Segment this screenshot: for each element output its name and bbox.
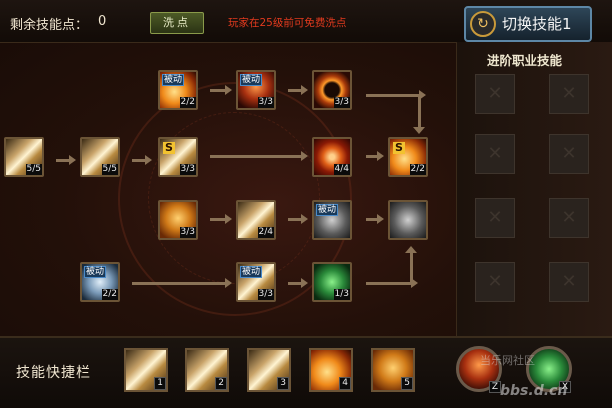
connector-arrow <box>56 155 76 165</box>
connector-arrow <box>413 94 425 134</box>
locked-slot-icon: ✕ <box>549 134 589 174</box>
skill-fire-passive[interactable]: 被动 2/2 <box>158 70 198 110</box>
top-bar: 剩余技能点： 0 洗点 玩家在25级前可免费洗点 ↻ 切换技能1 <box>0 0 612 43</box>
skill-level: 3/3 <box>257 97 274 108</box>
skill-level: 3/3 <box>179 227 196 238</box>
watermark-url: bbs.d.cn <box>500 383 568 399</box>
skill-level: 3/3 <box>179 164 196 175</box>
connector-arrow <box>405 246 417 285</box>
skill-crescent-slash[interactable]: 5/5 <box>4 137 44 177</box>
advanced-skills-panel: 进阶职业技能 ✕ ✕ ✕ ✕ ✕ ✕ ✕ ✕ <box>456 42 612 336</box>
skill-group-buff[interactable] <box>388 200 428 240</box>
reset-skills-button[interactable]: 洗点 <box>150 12 204 34</box>
locked-slot-icon: ✕ <box>475 198 515 238</box>
connector-arrow <box>210 214 232 224</box>
switch-skill-set-button[interactable]: ↻ 切换技能1 <box>464 6 592 42</box>
skill-level: 5/5 <box>25 164 42 175</box>
connector-line <box>366 90 426 100</box>
passive-tag: 被动 <box>84 266 107 278</box>
shortcut-slot-1[interactable]: 1 <box>124 348 168 392</box>
shortcut-slot-4[interactable]: 4 <box>309 348 353 392</box>
hotkey-label: 3 <box>277 377 289 390</box>
watermark-text: 当乐网社区 <box>480 354 535 367</box>
skill-armor-passive[interactable]: 被动 2/2 <box>80 262 120 302</box>
passive-tag: 被动 <box>240 74 263 86</box>
connector-line <box>366 278 418 288</box>
skill-tree-panel: 5/5 5/5 被动 2/2 被动 3/3 3/3 S 3/3 4/4 S 2/… <box>0 42 456 336</box>
connector-arrow <box>132 278 232 288</box>
shortcut-slot-5[interactable]: 5 <box>371 348 415 392</box>
skill-s-glyph: S <box>163 141 175 154</box>
connector-arrow <box>210 151 308 161</box>
skill-level: 3/3 <box>257 289 274 300</box>
connector-arrow <box>288 214 308 224</box>
passive-tag: 被动 <box>316 204 339 216</box>
skill-level: 1/3 <box>333 289 350 300</box>
skill-level: 2/2 <box>179 97 196 108</box>
connector-arrow <box>288 278 308 288</box>
hotkey-label: 4 <box>339 377 351 390</box>
connector-arrow <box>288 85 308 95</box>
skill-level: 2/2 <box>101 289 118 300</box>
skill-flame-burst[interactable]: S 2/2 <box>388 137 428 177</box>
switch-arrows-icon: ↻ <box>470 11 496 37</box>
hotkey-label: 2 <box>215 377 227 390</box>
skill-fire-vortex[interactable]: 4/4 <box>312 137 352 177</box>
skill-fire-ring[interactable]: 3/3 <box>312 70 352 110</box>
locked-slot-icon: ✕ <box>549 262 589 302</box>
passive-tag: 被动 <box>240 266 263 278</box>
skill-s-glyph: S <box>393 141 405 154</box>
locked-slot-icon: ✕ <box>475 262 515 302</box>
passive-tag: 被动 <box>162 74 185 86</box>
skill-blade-slash[interactable]: 5/5 <box>80 137 120 177</box>
locked-slot-icon: ✕ <box>549 74 589 114</box>
connector-arrow <box>132 155 152 165</box>
skill-sword-passive[interactable]: 被动 3/3 <box>236 262 276 302</box>
skill-window: 剩余技能点： 0 洗点 玩家在25级前可免费洗点 ↻ 切换技能1 5/5 5/5… <box>0 0 612 408</box>
skill-level: 3/3 <box>333 97 350 108</box>
skill-sword-strike[interactable]: S 3/3 <box>158 137 198 177</box>
advanced-skills-title: 进阶职业技能 <box>487 53 563 68</box>
skill-level: 4/4 <box>333 164 350 175</box>
skill-dark-passive[interactable]: 被动 <box>312 200 352 240</box>
skill-points-label: 剩余技能点： <box>10 18 89 33</box>
skill-fire-wing-passive[interactable]: 被动 3/3 <box>236 70 276 110</box>
switch-skill-set-label: 切换技能1 <box>502 15 572 33</box>
skill-warrior-stance[interactable]: 1/3 <box>312 262 352 302</box>
shortcut-bar-label: 技能快捷栏 <box>16 365 91 381</box>
locked-slot-icon: ✕ <box>475 134 515 174</box>
skill-points-value: 0 <box>98 14 107 29</box>
hotkey-label: 5 <box>401 377 413 390</box>
reset-hint-text: 玩家在25级前可免费洗点 <box>228 17 347 29</box>
skill-level: 2/2 <box>409 164 426 175</box>
connector-arrow <box>210 85 232 95</box>
skill-twin-blade[interactable]: 2/4 <box>236 200 276 240</box>
connector-arrow <box>366 151 384 161</box>
locked-slot-icon: ✕ <box>549 198 589 238</box>
locked-slot-icon: ✕ <box>475 74 515 114</box>
skill-level: 2/4 <box>257 227 274 238</box>
skill-shield[interactable]: 3/3 <box>158 200 198 240</box>
shortcut-slot-2[interactable]: 2 <box>185 348 229 392</box>
shortcut-slot-3[interactable]: 3 <box>247 348 291 392</box>
connector-arrow <box>366 214 384 224</box>
skill-level: 5/5 <box>101 164 118 175</box>
hotkey-label: 1 <box>154 377 166 390</box>
